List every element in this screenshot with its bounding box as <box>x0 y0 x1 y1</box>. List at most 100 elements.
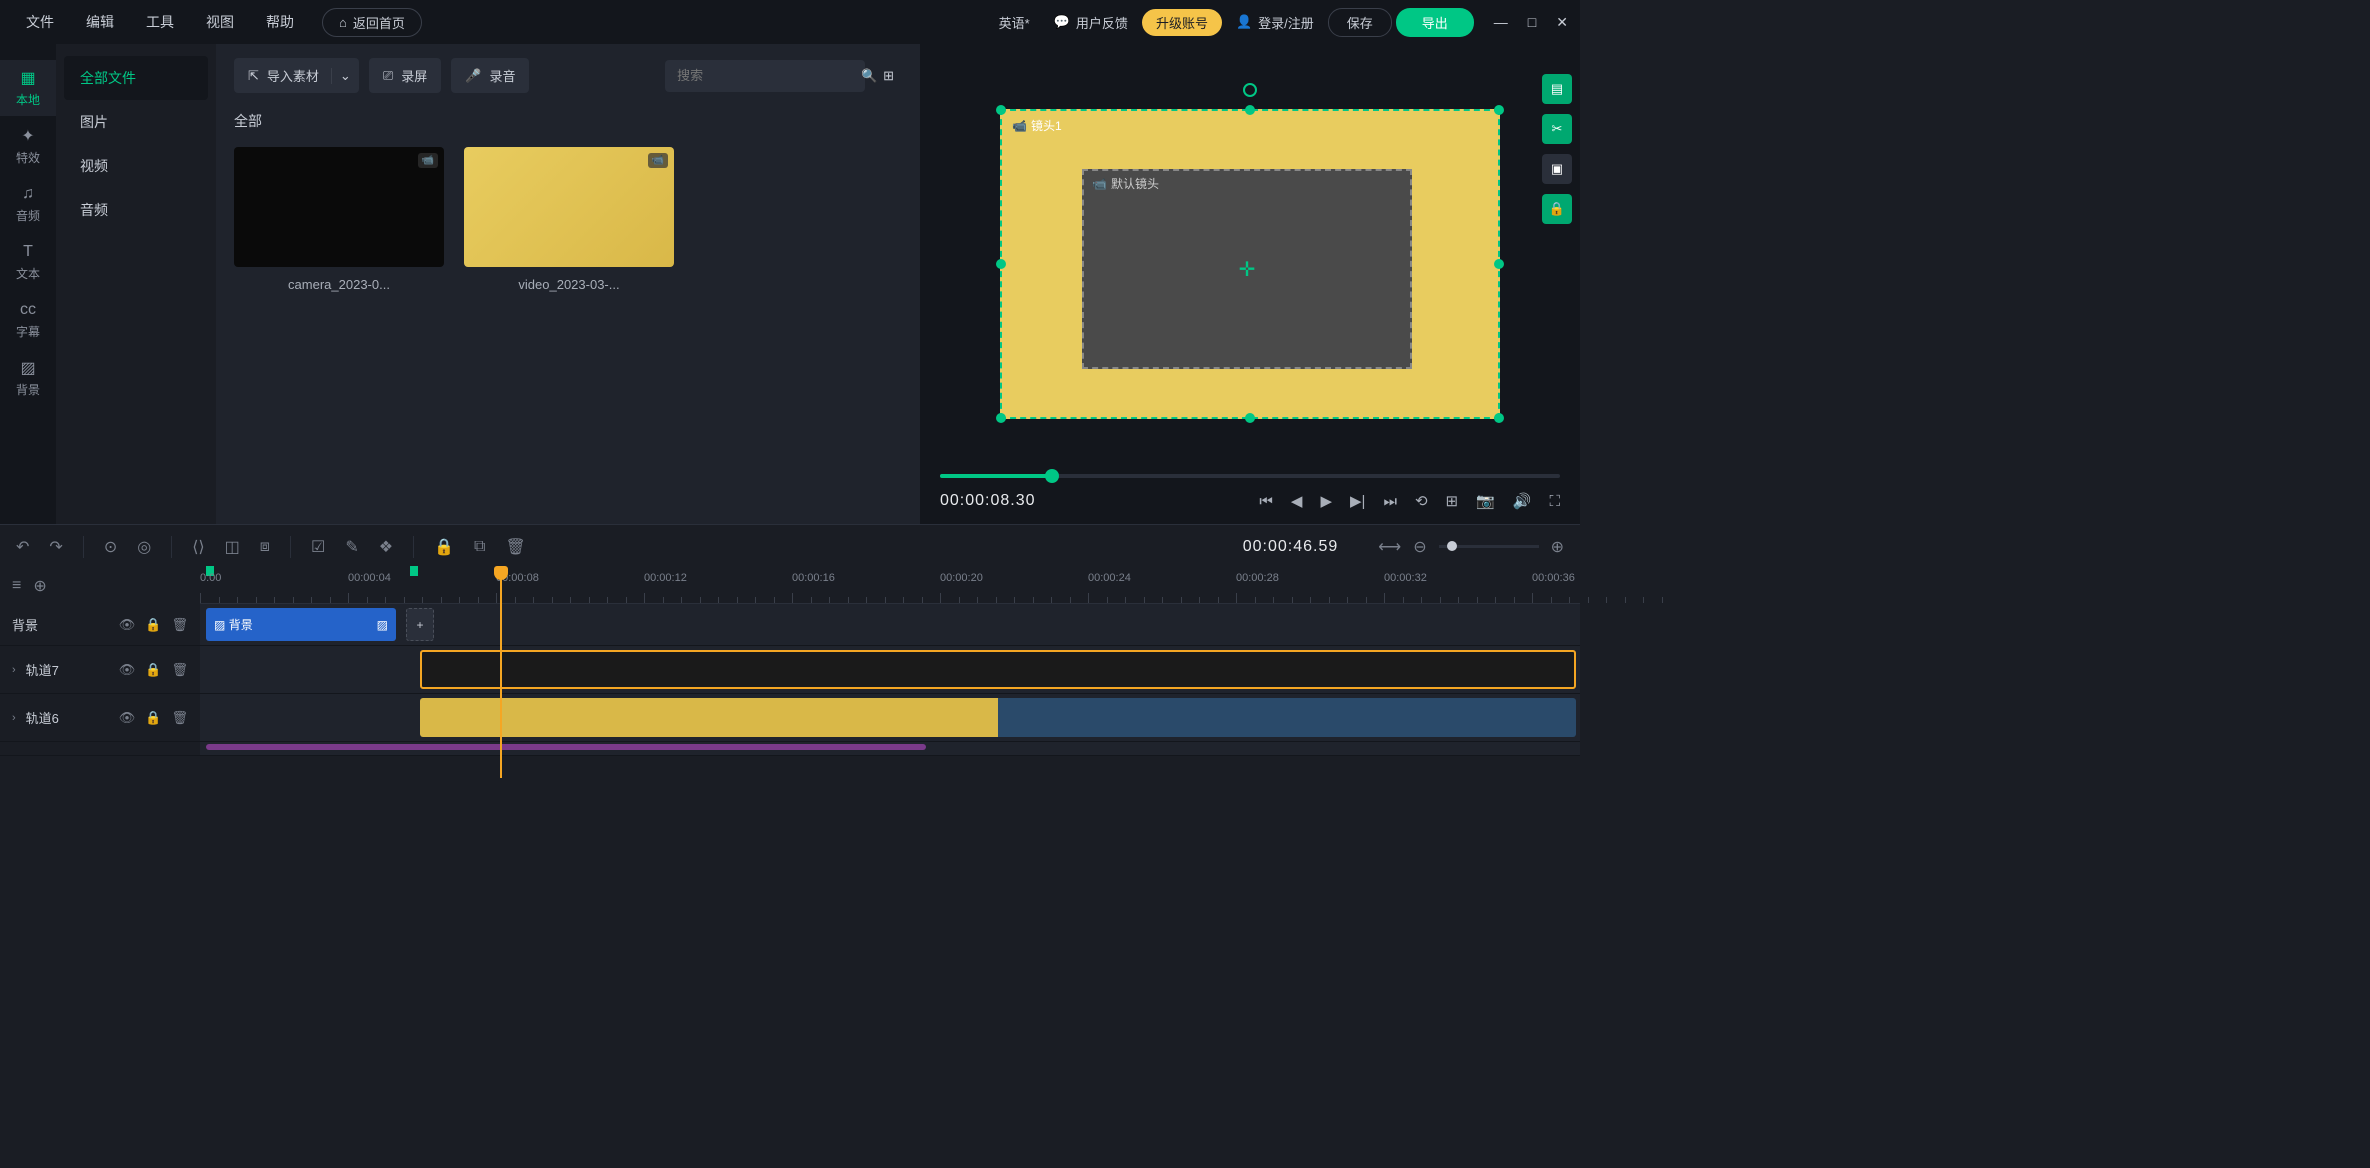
menu-view[interactable]: 视图 <box>192 6 248 38</box>
preview-stage[interactable]: 📹镜头1 📹默认镜头 ✛ ▤ ✂ ▣ 🔒 <box>920 44 1580 464</box>
lock-icon[interactable]: 🔒 <box>145 662 161 678</box>
lock-button[interactable]: 🔒 <box>434 537 454 557</box>
loop-button[interactable]: ⟲ <box>1415 492 1428 510</box>
edit-button[interactable]: ✎ <box>345 537 358 557</box>
trash-icon[interactable]: 🗑 <box>171 617 188 633</box>
visibility-icon[interactable]: 👁 <box>119 710 136 726</box>
resize-handle[interactable] <box>1245 413 1255 423</box>
expand-icon[interactable]: › <box>12 664 16 676</box>
expand-icon[interactable]: › <box>12 712 16 724</box>
resize-handle[interactable] <box>996 259 1006 269</box>
check-button[interactable]: ☑ <box>311 537 325 557</box>
visibility-icon[interactable]: 👁 <box>119 662 136 678</box>
playhead[interactable] <box>500 568 502 778</box>
media-item[interactable]: 📹 camera_2023-0... <box>234 147 444 292</box>
fit-tool-button[interactable]: ▣ <box>1542 154 1572 184</box>
lock-tool-button[interactable]: 🔒 <box>1542 194 1572 224</box>
delete-button[interactable]: 🗑 <box>505 537 525 557</box>
canvas-selection[interactable]: 📹镜头1 📹默认镜头 ✛ <box>1000 109 1500 419</box>
track-head[interactable]: 背景 👁 🔒 🗑 <box>0 604 200 645</box>
search-box[interactable]: 🔍 <box>665 60 865 92</box>
play-button[interactable]: ▶ <box>1320 492 1332 510</box>
redo-button[interactable]: ↷ <box>49 537 62 557</box>
clip-camera[interactable] <box>420 650 1576 689</box>
marker-button[interactable]: ⊙ <box>104 537 117 557</box>
menu-file[interactable]: 文件 <box>12 6 68 38</box>
track-head[interactable]: › 轨道7 👁 🔒 🗑 <box>0 646 200 693</box>
mirror-button[interactable]: ⧈ <box>260 538 270 556</box>
step-forward-button[interactable]: ▶| <box>1350 492 1365 510</box>
copy-button[interactable]: ⧉ <box>474 538 485 556</box>
crop-button[interactable]: ◫ <box>225 537 240 557</box>
rotate-handle[interactable] <box>1243 83 1257 97</box>
record-screen-button[interactable]: ⎚ 录屏 <box>369 58 441 93</box>
snapshot-button[interactable]: 📷 <box>1476 492 1495 510</box>
progress-slider[interactable] <box>940 474 1560 478</box>
progress-knob[interactable] <box>1045 469 1059 483</box>
export-button[interactable]: 导出 <box>1396 8 1474 37</box>
volume-button[interactable]: 🔊 <box>1513 492 1532 510</box>
clip-background[interactable]: ▨ 背景 ▨ <box>206 608 396 641</box>
close-button[interactable]: ✕ <box>1556 14 1568 31</box>
tab-effects[interactable]: ✦特效 <box>0 118 56 174</box>
view-grid-button[interactable]: ⊞ <box>875 60 902 92</box>
clip-video[interactable] <box>420 698 1576 737</box>
zoom-in-button[interactable]: ⊕ <box>1551 537 1564 557</box>
fullscreen-button[interactable]: ⛶ <box>1549 493 1560 510</box>
media-thumbnail[interactable]: 📹 <box>464 147 674 267</box>
media-thumbnail[interactable]: 📹 <box>234 147 444 267</box>
target-button[interactable]: ◎ <box>137 537 151 557</box>
tab-background[interactable]: ▨背景 <box>0 350 56 406</box>
add-track-button[interactable]: ⊕ <box>33 576 46 596</box>
tab-caption[interactable]: cc字幕 <box>0 292 56 348</box>
media-item[interactable]: 📹 video_2023-03-... <box>464 147 674 292</box>
track-body[interactable] <box>200 646 1580 693</box>
tab-local[interactable]: ▦本地 <box>0 60 56 116</box>
grid-button[interactable]: ⊞ <box>1446 492 1459 510</box>
prev-clip-button[interactable]: ⏮ <box>1259 493 1273 510</box>
resize-handle[interactable] <box>996 105 1006 115</box>
login-button[interactable]: 👤 登录/注册 <box>1226 9 1324 36</box>
trash-icon[interactable]: 🗑 <box>171 710 188 726</box>
crop-tool-button[interactable]: ✂ <box>1542 114 1572 144</box>
menu-edit[interactable]: 编辑 <box>72 6 128 38</box>
clip-audio[interactable] <box>206 744 926 750</box>
search-input[interactable] <box>677 68 853 83</box>
track-body[interactable] <box>200 742 1580 755</box>
record-audio-button[interactable]: 🎤 录音 <box>451 58 529 93</box>
layers-button[interactable]: ❖ <box>379 537 393 557</box>
inner-camera-box[interactable]: 📹默认镜头 ✛ <box>1082 169 1412 369</box>
track-head[interactable]: › 轨道6 👁 🔒 🗑 <box>0 694 200 741</box>
resize-handle[interactable] <box>1494 105 1504 115</box>
resize-handle[interactable] <box>1494 413 1504 423</box>
step-back-button[interactable]: ◀ <box>1291 492 1303 510</box>
marker[interactable] <box>410 566 418 576</box>
menu-help[interactable]: 帮助 <box>252 6 308 38</box>
resize-handle[interactable] <box>1245 105 1255 115</box>
maximize-button[interactable]: □ <box>1528 14 1536 31</box>
minimize-button[interactable]: — <box>1494 14 1508 31</box>
next-clip-button[interactable]: ⏭ <box>1383 493 1397 510</box>
import-button[interactable]: ⇱ 导入素材 ⌄ <box>234 58 359 93</box>
resize-handle[interactable] <box>996 413 1006 423</box>
zoom-out-button[interactable]: ⊖ <box>1413 537 1426 557</box>
feedback-button[interactable]: 💬 用户反馈 <box>1044 9 1138 36</box>
time-ruler[interactable]: 0:0000:00:0400:00:0800:00:1200:00:1600:0… <box>200 568 1580 604</box>
lock-icon[interactable]: 🔒 <box>145 710 161 726</box>
undo-button[interactable]: ↶ <box>16 537 29 557</box>
zoom-knob[interactable] <box>1447 541 1457 551</box>
tab-text[interactable]: T文本 <box>0 234 56 290</box>
category-audio[interactable]: 音频 <box>56 188 216 232</box>
category-video[interactable]: 视频 <box>56 144 216 188</box>
zoom-fit-button[interactable]: ⟷ <box>1378 537 1401 557</box>
home-button[interactable]: ⌂ 返回首页 <box>322 8 422 37</box>
track-options-button[interactable]: ≡ <box>12 577 21 595</box>
save-button[interactable]: 保存 <box>1328 8 1392 37</box>
resize-handle[interactable] <box>1494 259 1504 269</box>
upgrade-button[interactable]: 升级账号 <box>1142 9 1222 36</box>
split-button[interactable]: ⟨⟩ <box>192 537 204 557</box>
track-body[interactable]: ▨ 背景 ▨ + <box>200 604 1580 645</box>
trash-icon[interactable]: 🗑 <box>171 662 188 678</box>
tab-audio[interactable]: ♫音频 <box>0 176 56 232</box>
track-body[interactable] <box>200 694 1580 741</box>
